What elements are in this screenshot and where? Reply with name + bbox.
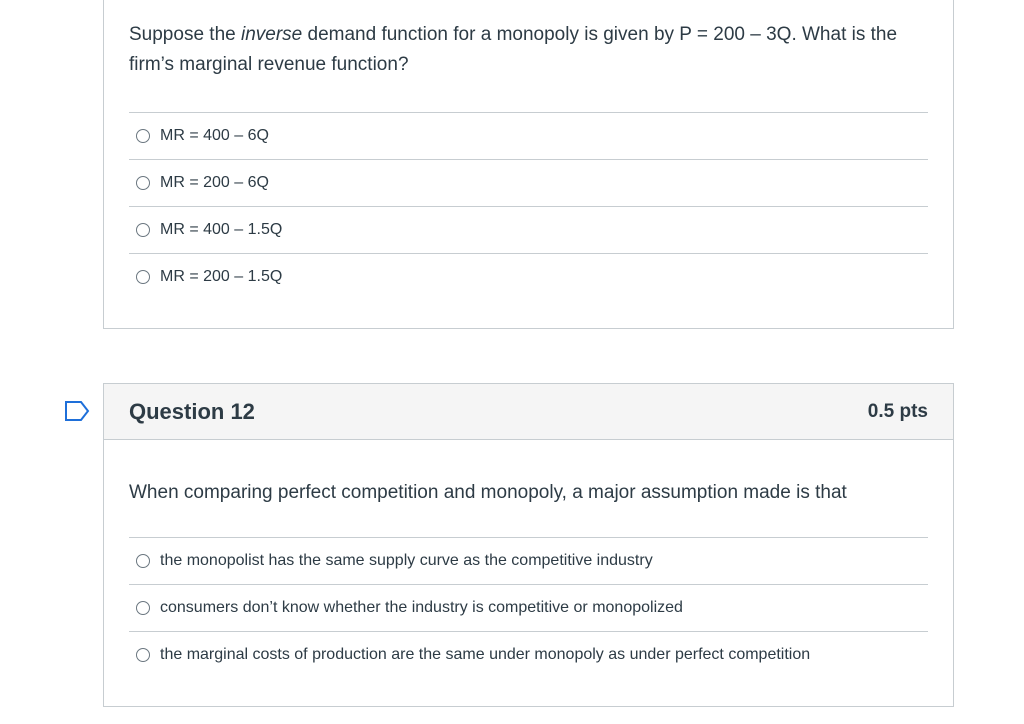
question-12-text: When comparing perfect competition and m…: [129, 482, 847, 503]
radio-icon[interactable]: [136, 601, 150, 615]
answer-option[interactable]: MR = 200 – 1.5Q: [129, 253, 928, 300]
radio-icon[interactable]: [136, 176, 150, 190]
answer-label: the monopolist has the same supply curve…: [160, 552, 653, 569]
question-text-emphasis: inverse: [240, 24, 303, 45]
question-12-answers: the monopolist has the same supply curve…: [129, 537, 928, 678]
radio-icon[interactable]: [136, 648, 150, 662]
question-11-text: Suppose the inverse demand function for …: [129, 20, 928, 80]
answer-label: consumers don’t know whether the industr…: [160, 599, 683, 616]
radio-icon[interactable]: [136, 129, 150, 143]
radio-icon[interactable]: [136, 223, 150, 237]
question-text-part: Suppose the: [129, 24, 241, 45]
question-points: 0.5 pts: [867, 400, 928, 422]
answer-option[interactable]: MR = 200 – 6Q: [129, 159, 928, 206]
answer-label: MR = 400 – 6Q: [160, 127, 269, 144]
answer-option[interactable]: the marginal costs of production are the…: [129, 631, 928, 678]
question-11-card: Suppose the inverse demand function for …: [103, 0, 954, 329]
radio-icon[interactable]: [136, 270, 150, 284]
answer-option[interactable]: MR = 400 – 1.5Q: [129, 206, 928, 253]
question-header: Question 12 0.5 pts: [104, 384, 953, 440]
answer-option[interactable]: the monopolist has the same supply curve…: [129, 537, 928, 584]
question-title: Question 12: [129, 398, 255, 424]
question-12-card: Question 12 0.5 pts When comparing perfe…: [103, 383, 954, 707]
flag-question-icon[interactable]: [64, 401, 90, 421]
radio-icon[interactable]: [136, 554, 150, 568]
answer-label: MR = 400 – 1.5Q: [160, 221, 283, 238]
answer-label: MR = 200 – 1.5Q: [160, 268, 283, 285]
answer-label: the marginal costs of production are the…: [160, 646, 811, 663]
answer-option[interactable]: consumers don’t know whether the industr…: [129, 584, 928, 631]
answer-label: MR = 200 – 6Q: [160, 174, 269, 191]
question-11-answers: MR = 400 – 6Q MR = 200 – 6Q MR = 400 – 1…: [129, 112, 928, 300]
answer-option[interactable]: MR = 400 – 6Q: [129, 112, 928, 159]
